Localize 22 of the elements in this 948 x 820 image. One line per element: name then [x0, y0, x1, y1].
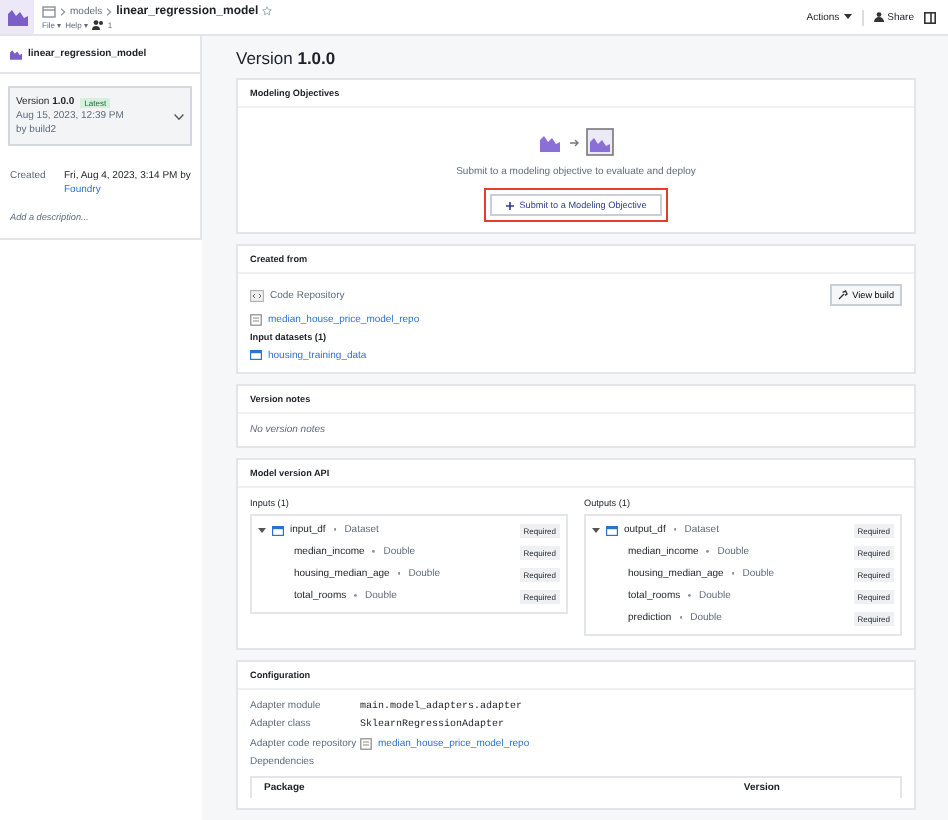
chevron-right-icon: [60, 7, 66, 15]
caret-down-icon: [843, 14, 852, 20]
code-icon: [250, 289, 264, 301]
app-logo-icon[interactable]: [0, 0, 34, 34]
dataset-icon: [272, 525, 284, 535]
hammer-icon: [838, 290, 849, 300]
side-panel-icon[interactable]: [924, 11, 936, 23]
person-icon: [873, 12, 884, 22]
chevron-down-icon: [174, 113, 184, 119]
model-to-objective-drawing: [538, 128, 614, 156]
star-icon[interactable]: [262, 6, 273, 16]
page-title: Version 1.0.0: [236, 48, 338, 68]
plus-icon: [505, 201, 514, 209]
expand-caret-icon[interactable]: [592, 526, 600, 534]
dataset-icon: [250, 350, 262, 360]
chevron-right-icon: [106, 7, 113, 15]
repository-icon: [250, 313, 262, 325]
model-icon: [10, 49, 22, 59]
expand-caret-icon[interactable]: [258, 526, 266, 534]
repository-icon: [360, 737, 372, 749]
people-icon: [91, 19, 104, 29]
dataset-icon: [606, 525, 618, 535]
